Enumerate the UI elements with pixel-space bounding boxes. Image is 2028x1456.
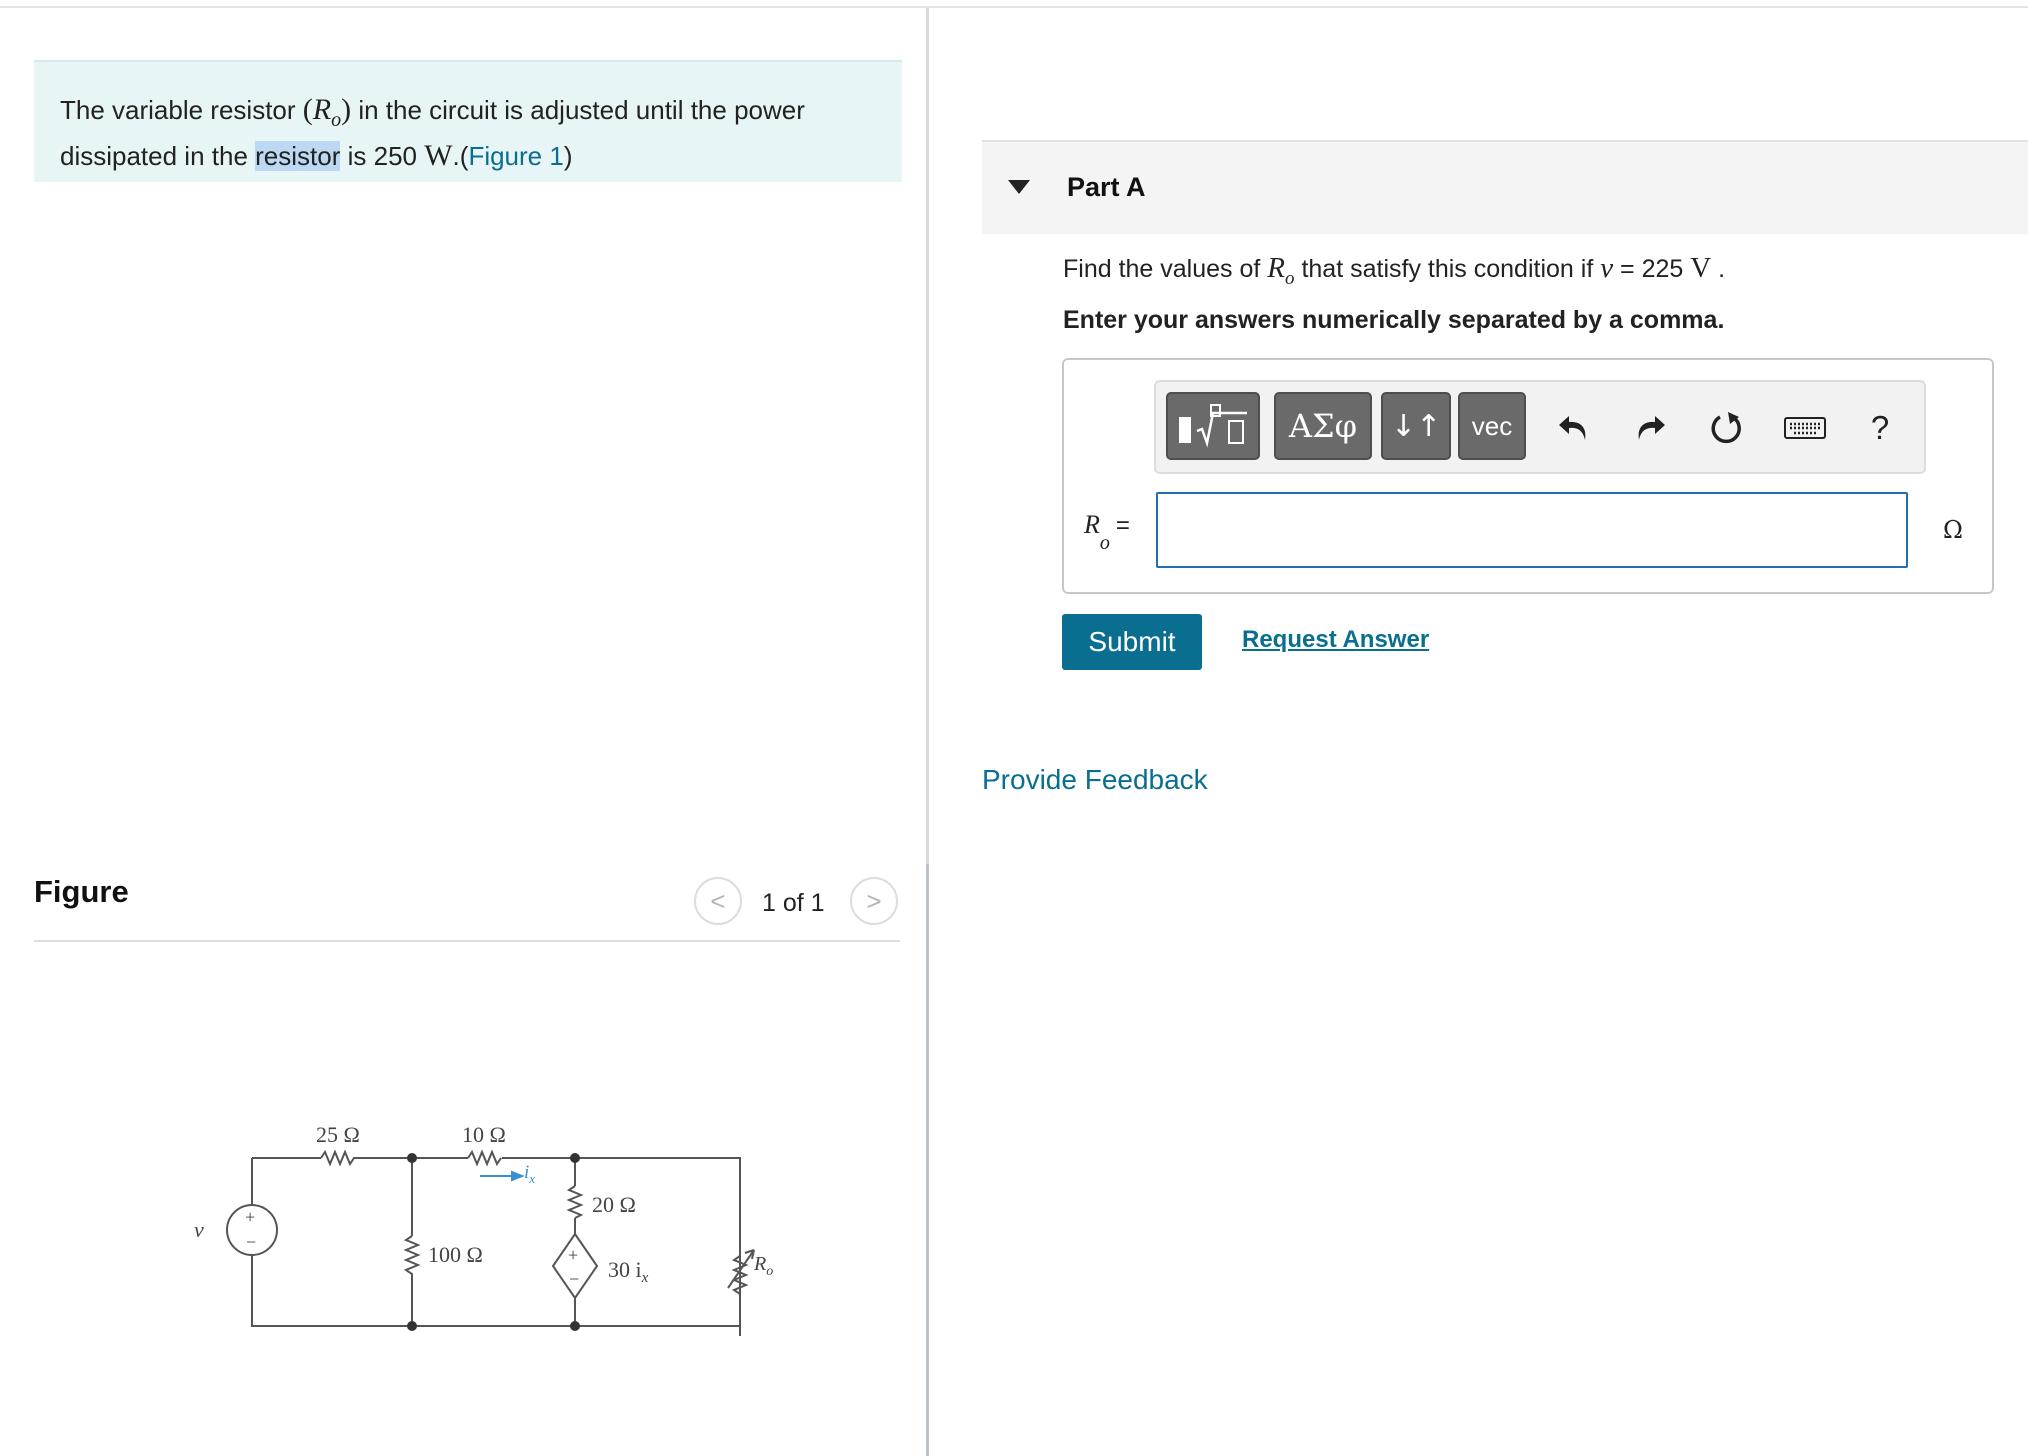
top-border — [0, 6, 2028, 8]
circuit-diagram: 25 Ω 10 Ω 100 Ω 20 Ω 30 ix ix v Ro + − +… — [194, 1122, 773, 1336]
answer-input[interactable] — [1156, 492, 1908, 568]
caret-down-icon[interactable] — [1008, 180, 1030, 194]
pane-divider-lower — [926, 864, 929, 1456]
resistor-symbol: (Ro) — [302, 93, 352, 131]
undo-icon[interactable] — [1550, 404, 1598, 452]
node — [407, 1321, 417, 1331]
highlighted-word: resistor — [255, 141, 341, 171]
label-current: ix — [524, 1162, 535, 1186]
label-variable-resistor: Ro — [753, 1253, 773, 1279]
figure-link[interactable]: Figure 1 — [468, 141, 563, 171]
source-minus: − — [246, 1232, 256, 1252]
submit-button[interactable]: Submit — [1062, 614, 1202, 670]
dep-source-minus: − — [569, 1269, 579, 1289]
resistor-25 — [320, 1149, 358, 1167]
chevron-left-icon: < — [710, 885, 726, 916]
keyboard-icon[interactable] — [1780, 404, 1830, 452]
node — [407, 1153, 417, 1163]
provide-feedback-link[interactable]: Provide Feedback — [982, 764, 1208, 796]
resistor-100 — [403, 1235, 421, 1278]
chevron-right-icon: > — [866, 885, 882, 916]
answer-unit: Ω — [1943, 516, 1963, 544]
problem-text-5: .( — [452, 141, 469, 171]
resistor-20 — [566, 1185, 584, 1219]
templates-button[interactable] — [1166, 392, 1260, 460]
reset-icon[interactable] — [1703, 404, 1751, 452]
figure-prev-button[interactable]: < — [694, 877, 742, 925]
problem-text-6: ) — [563, 141, 573, 171]
part-a-title: Part A — [1067, 172, 1146, 202]
problem-text-1: The variable resistor — [60, 95, 303, 125]
answer-instruction: Enter your answers numerically separated… — [1063, 306, 1725, 334]
figure-next-button[interactable]: > — [850, 877, 898, 925]
problem-statement: The variable resistor (Ro) in the circui… — [34, 60, 902, 182]
figure-divider — [34, 940, 900, 942]
label-source-v: v — [194, 1217, 204, 1242]
templates-icon — [1179, 404, 1247, 448]
dep-source-plus: + — [568, 1245, 578, 1265]
wire-bottom — [251, 1255, 740, 1327]
problem-text-2: in the circuit is adjusted until the pow… — [351, 95, 805, 125]
resistor-10 — [467, 1149, 502, 1167]
label-dependent-source: 30 ix — [608, 1257, 649, 1286]
question-text: Find the values of Ro that satisfy this … — [1063, 252, 1726, 289]
node — [570, 1153, 580, 1163]
label-100-ohm: 100 Ω — [428, 1242, 483, 1267]
power-unit: W — [424, 139, 453, 172]
label-20-ohm: 20 Ω — [592, 1192, 636, 1217]
problem-text-3: dissipated in the — [60, 141, 256, 171]
source-plus: + — [245, 1207, 255, 1227]
label-25-ohm: 25 Ω — [316, 1122, 360, 1147]
answer-variable-label: Ro= — [1084, 510, 1130, 555]
node — [570, 1321, 580, 1331]
greek-symbols-button[interactable]: ΑΣφ — [1274, 392, 1372, 460]
figure-title: Figure — [34, 874, 129, 909]
figure-counter: 1 of 1 — [762, 889, 825, 917]
label-10-ohm: 10 Ω — [462, 1122, 506, 1147]
arrows-button[interactable]: ↓↑ — [1381, 392, 1451, 460]
help-icon[interactable]: ? — [1856, 404, 1904, 452]
current-arrow-head — [511, 1170, 525, 1182]
vector-button[interactable]: vec — [1458, 392, 1526, 460]
redo-icon[interactable] — [1626, 404, 1674, 452]
request-answer-link[interactable]: Request Answer — [1242, 626, 1429, 654]
problem-text-4: is 250 — [340, 141, 425, 171]
